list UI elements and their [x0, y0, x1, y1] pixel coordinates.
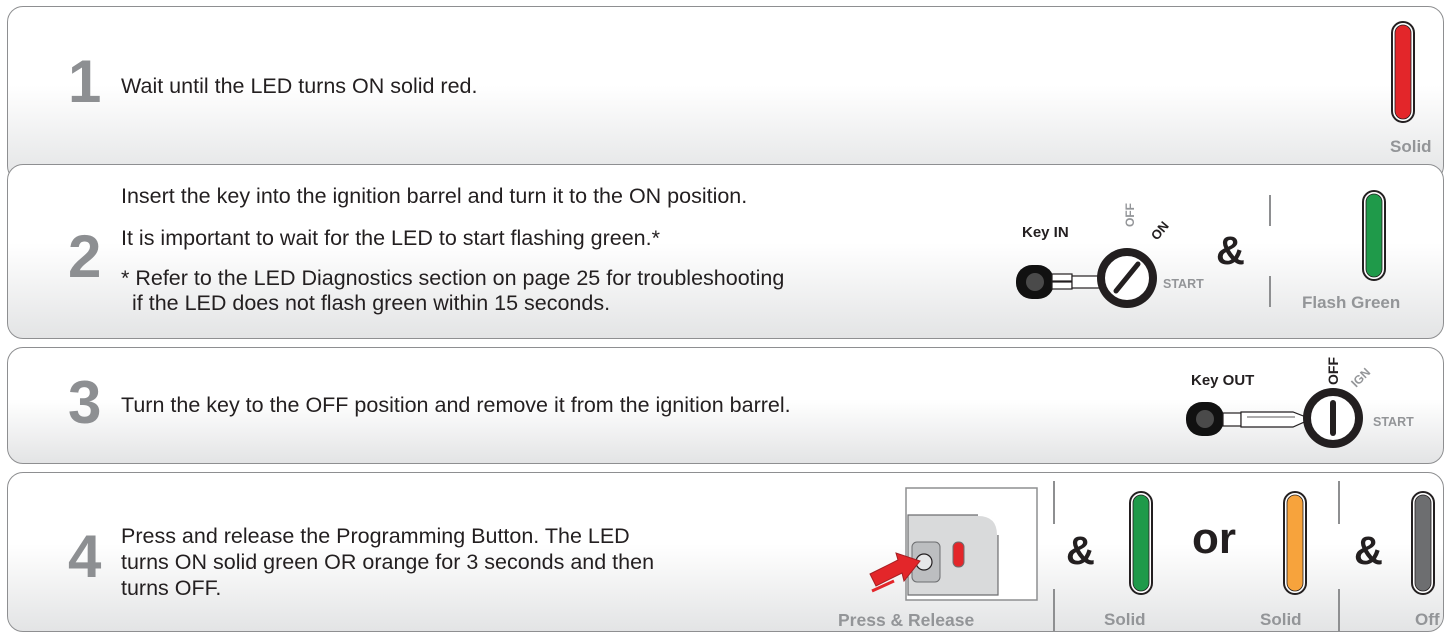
divider: [1269, 276, 1271, 307]
svg-text:OFF: OFF: [1325, 357, 1341, 385]
led-caption: Solid: [1104, 610, 1146, 629]
step-number: 4: [68, 523, 102, 590]
key-label: Key IN: [1022, 224, 1069, 241]
step-2-panel: 2 Insert the key into the ignition barre…: [7, 164, 1444, 339]
led-caption: Solid: [1260, 610, 1302, 629]
step-4-panel: 4 Press and release the Programming Butt…: [7, 472, 1444, 632]
led-green-solid-icon: [1129, 491, 1153, 595]
connector-and: &: [1354, 529, 1383, 573]
led-caption: Solid: [1390, 137, 1432, 156]
led-caption: Flash Green: [1302, 293, 1401, 312]
svg-text:IGN: IGN: [1348, 365, 1373, 390]
ignition-start-label: START: [1163, 277, 1204, 291]
divider: [1269, 195, 1271, 226]
step-number: 2: [68, 223, 102, 290]
step-instruction: turns ON solid green OR orange for 3 sec…: [121, 550, 655, 574]
step-instruction: Insert the key into the ignition barrel …: [121, 184, 748, 208]
step-instruction: Press and release the Programming Button…: [121, 524, 630, 548]
step-footnote: if the LED does not flash green within 1…: [132, 291, 611, 315]
ignition-position-labels: OFF ON: [1123, 203, 1172, 243]
step-instruction: Turn the key to the OFF position and rem…: [121, 393, 791, 417]
ignition-start-label: START: [1373, 415, 1414, 429]
step-instruction: It is important to wait for the LED to s…: [121, 226, 660, 250]
step-1-panel: 1 Wait until the LED turns ON solid red.…: [7, 6, 1444, 182]
step-instruction: Wait until the LED turns ON solid red.: [121, 74, 478, 98]
divider: [1053, 481, 1055, 524]
led-red-solid-icon: [1391, 21, 1415, 123]
button-caption: Press & Release: [838, 610, 975, 630]
svg-text:ON: ON: [1148, 218, 1172, 243]
ignition-position-labels: OFF IGN: [1325, 357, 1373, 391]
step-number: 3: [68, 369, 102, 436]
svg-text:OFF: OFF: [1123, 203, 1137, 227]
divider: [1338, 481, 1340, 524]
remote-start-module-icon: [869, 487, 1038, 601]
key-label: Key OUT: [1191, 372, 1255, 389]
connector-or: or: [1192, 514, 1236, 563]
led-off-icon: [1411, 491, 1435, 595]
led-orange-solid-icon: [1283, 491, 1307, 595]
connector-and: &: [1216, 229, 1245, 273]
step-3-panel: 3 Turn the key to the OFF position and r…: [7, 347, 1444, 464]
divider: [1053, 589, 1055, 632]
led-green-flash-icon: [1362, 190, 1386, 281]
divider: [1338, 589, 1340, 632]
ignition-barrel-icon: [1097, 248, 1157, 308]
step-number: 1: [68, 48, 102, 115]
connector-and: &: [1066, 529, 1095, 573]
step-instruction: turns OFF.: [121, 576, 222, 600]
led-caption: Off: [1415, 610, 1440, 629]
step-footnote: * Refer to the LED Diagnostics section o…: [121, 266, 785, 290]
